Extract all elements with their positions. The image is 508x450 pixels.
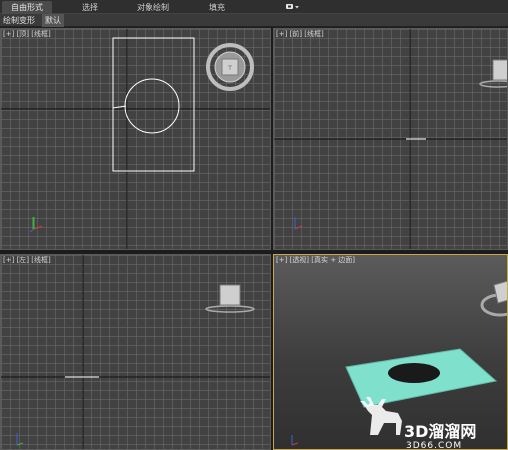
ribbon-options-icon[interactable]	[286, 3, 300, 11]
tab-object-paint[interactable]: 对象绘制	[137, 1, 177, 14]
viewport-shading-mode[interactable]: [线框]	[304, 30, 323, 39]
viewport-area: ⊤ [+] [顶] [线框] [+] [前] [线框] [+] [左] [线框]…	[0, 28, 508, 450]
viewport-menu-plus[interactable]: [+]	[3, 30, 14, 39]
ribbon-panel-bar: 绘制变形 默认	[0, 14, 508, 27]
viewport-menu-plus[interactable]: [+]	[3, 256, 14, 265]
viewport-shading-mode[interactable]: [线框]	[31, 30, 50, 39]
viewcube-icon[interactable]	[1, 255, 271, 450]
tab-selection[interactable]: 选择	[82, 1, 106, 14]
viewport-view-name[interactable]: [左]	[17, 256, 29, 265]
viewport-front[interactable]: [+] [前] [线框]	[273, 28, 508, 250]
viewcube-icon[interactable]	[274, 29, 508, 250]
default-preset-label[interactable]: 默认	[42, 14, 64, 27]
viewcube-icon[interactable]: ⊤	[1, 29, 271, 250]
tab-freeform[interactable]: 自由形式	[2, 1, 52, 14]
viewport-label-left[interactable]: [+] [左] [线框]	[3, 256, 51, 265]
viewport-view-name[interactable]: [前]	[290, 30, 302, 39]
tab-populate[interactable]: 填充	[209, 1, 233, 14]
ribbon-tab-bar: 自由形式 选择 对象绘制 填充	[0, 0, 508, 14]
viewport-left[interactable]: [+] [左] [线框]	[0, 254, 271, 450]
viewport-shading-mode[interactable]: [线框]	[31, 256, 50, 265]
watermark-brand: 3D溜溜网	[404, 422, 477, 441]
viewport-top[interactable]: ⊤ [+] [顶] [线框]	[0, 28, 271, 250]
max-app-window: 自由形式 选择 对象绘制 填充 绘制变形 默认 ⊤ [+] [顶] [线框] […	[0, 0, 508, 450]
viewport-view-name[interactable]: [顶]	[17, 30, 29, 39]
watermark-deer-logo	[360, 397, 402, 435]
viewport-label-top[interactable]: [+] [顶] [线框]	[3, 30, 51, 39]
svg-text:⊤: ⊤	[227, 65, 232, 72]
watermark-url: 3D66.COM	[406, 441, 463, 450]
viewport-menu-plus[interactable]: [+]	[276, 30, 287, 39]
paint-deform-label[interactable]: 绘制变形	[3, 14, 35, 27]
viewport-label-front[interactable]: [+] [前] [线框]	[276, 30, 324, 39]
viewport-perspective[interactable]: [+] [透视] [真实 + 边面] 3D溜溜网 3D66.COM	[273, 254, 508, 450]
